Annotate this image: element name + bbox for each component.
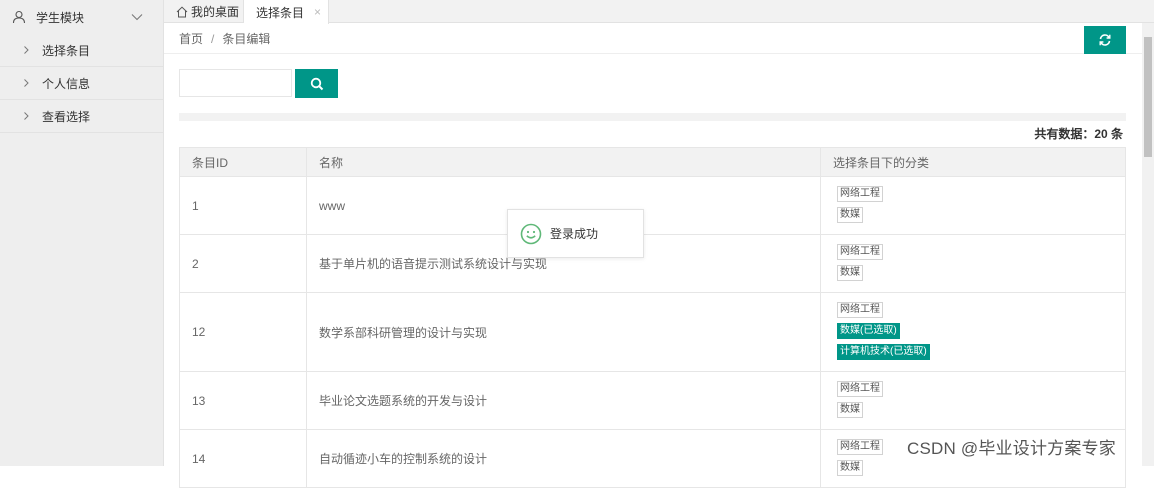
cell-name: 自动循迹小车的控制系统的设计 <box>306 429 821 488</box>
cell-categories: 网络工程 数媒 <box>820 371 1126 430</box>
sidebar-group-student[interactable]: 学生模块 <box>0 0 163 34</box>
cell-categories: 网络工程 数媒 <box>820 234 1126 293</box>
refresh-icon <box>1099 34 1111 46</box>
tab-label: 选择条目 <box>256 5 305 20</box>
chevron-right-icon <box>24 46 29 54</box>
category-tag[interactable]: 网络工程 <box>837 302 883 318</box>
cell-id: 14 <box>179 429 307 488</box>
user-icon <box>12 10 26 24</box>
cell-categories: 网络工程 数媒 <box>820 176 1126 235</box>
tab-label: 我的桌面 <box>191 5 240 19</box>
search-button[interactable] <box>295 69 338 98</box>
category-tag[interactable]: 数媒 <box>837 265 863 281</box>
cell-name: 毕业论文选题系统的开发与设计 <box>306 371 821 430</box>
category-tag[interactable]: 网络工程 <box>837 186 883 202</box>
table-header-row: 条目ID 名称 选择条目下的分类 <box>179 147 1126 177</box>
search-icon <box>310 77 323 90</box>
refresh-button[interactable] <box>1084 26 1126 54</box>
chevron-down-icon[interactable] <box>131 11 143 23</box>
cell-id: 1 <box>179 176 307 235</box>
sidebar-item-label: 选择条目 <box>42 43 91 58</box>
sidebar-item-label: 查看选择 <box>42 109 91 124</box>
breadcrumb-current: 条目编辑 <box>222 32 271 46</box>
cell-id: 12 <box>179 292 307 372</box>
sidebar-item-profile[interactable]: 个人信息 <box>0 67 163 100</box>
tab-home[interactable]: 我的桌面 <box>164 0 244 23</box>
sidebar-item-view-selection[interactable]: 查看选择 <box>0 100 163 133</box>
search-input[interactable] <box>179 69 292 97</box>
sidebar-item-select[interactable]: 选择条目 <box>0 34 163 67</box>
breadcrumb-separator: / <box>211 31 215 46</box>
sidebar-item-label: 个人信息 <box>42 76 91 91</box>
breadcrumb-home[interactable]: 首页 <box>179 30 203 47</box>
breadcrumb: 首页 / 条目编辑 <box>164 24 1142 54</box>
category-tag[interactable]: 网络工程 <box>837 381 883 397</box>
table-row: 2 基于单片机的语音提示测试系统设计与实现 网络工程 数媒 <box>179 234 1126 293</box>
smile-icon <box>520 223 542 244</box>
column-header-id: 条目ID <box>179 147 307 177</box>
category-tag-selected[interactable]: 数媒(已选取) <box>837 323 900 339</box>
column-header-name: 名称 <box>306 147 821 177</box>
total-count: 共有数据：20 条 <box>1034 127 1123 141</box>
category-tag-selected[interactable]: 计算机技术(已选取) <box>837 344 930 360</box>
category-tag[interactable]: 网络工程 <box>837 439 883 455</box>
chevron-right-icon <box>24 79 29 87</box>
home-icon <box>176 6 188 17</box>
table-row: 12 数学系部科研管理的设计与实现 网络工程数媒(已选取) 计算机技术(已选取) <box>179 292 1126 372</box>
sidebar-group-label: 学生模块 <box>36 10 85 25</box>
login-success-toast: 登录成功 <box>507 209 644 258</box>
category-tag[interactable]: 网络工程 <box>837 244 883 260</box>
table-row: 1 www 网络工程 数媒 <box>179 176 1126 235</box>
close-icon[interactable]: × <box>314 5 321 19</box>
chevron-right-icon <box>24 112 29 120</box>
cell-id: 13 <box>179 371 307 430</box>
tab-bar: 我的桌面 选择条目 × <box>164 0 1154 24</box>
cell-id: 2 <box>179 234 307 293</box>
toolbar-divider <box>179 113 1126 121</box>
table-row: 13 毕业论文选题系统的开发与设计 网络工程数媒 <box>179 371 1126 430</box>
column-header-categories: 选择条目下的分类 <box>820 147 1126 177</box>
watermark: CSDN @毕业设计方案专家 <box>907 439 1116 458</box>
toast-text: 登录成功 <box>550 227 599 241</box>
category-tag[interactable]: 数媒 <box>837 207 863 223</box>
tab-select-items[interactable]: 选择条目 × <box>244 0 329 24</box>
category-tag[interactable]: 数媒 <box>837 460 863 476</box>
cell-categories: 网络工程数媒(已选取) 计算机技术(已选取) <box>820 292 1126 372</box>
cell-name: 数学系部科研管理的设计与实现 <box>306 292 821 372</box>
category-tag[interactable]: 数媒 <box>837 402 863 418</box>
scrollbar-thumb[interactable] <box>1144 37 1152 157</box>
sidebar: 学生模块 选择条目 个人信息 查看选择 <box>0 0 164 466</box>
